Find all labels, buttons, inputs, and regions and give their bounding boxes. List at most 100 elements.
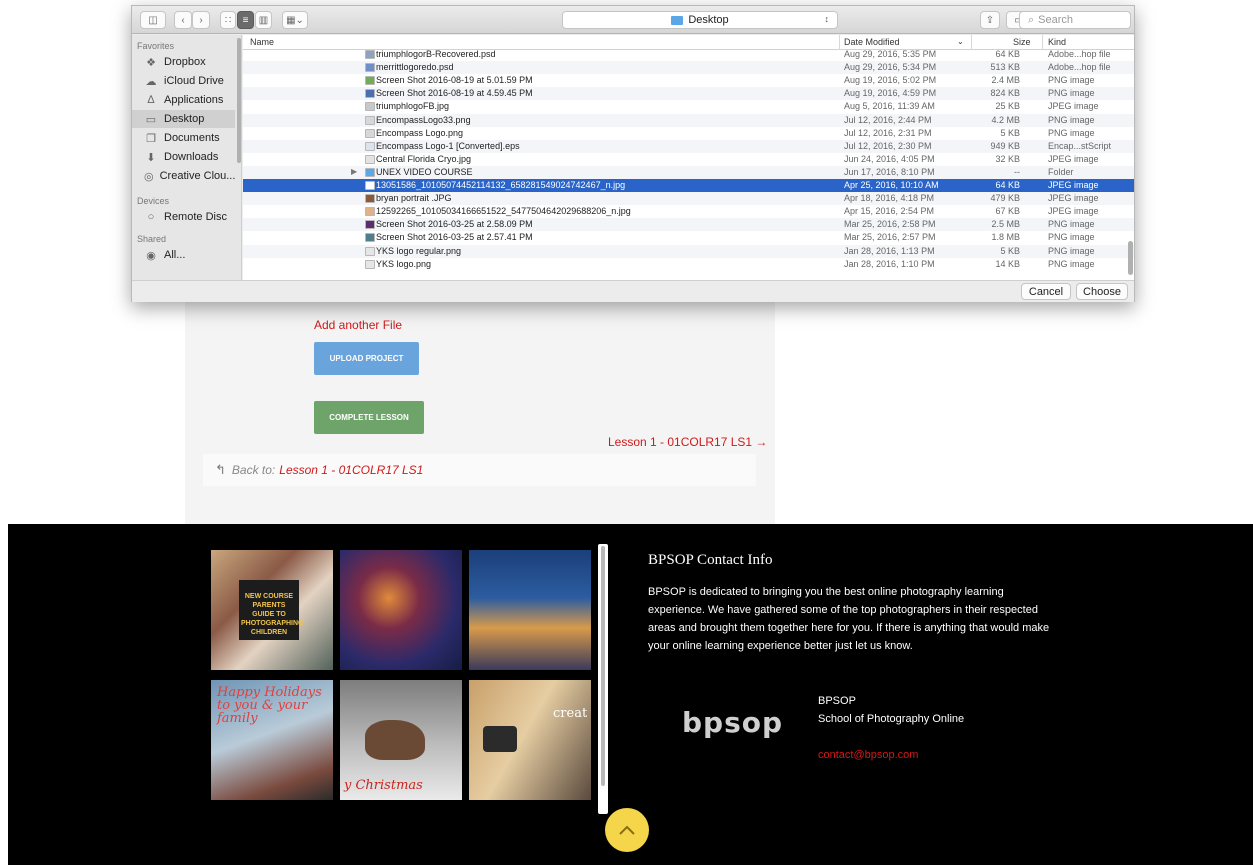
column-kind-header[interactable]: Kind [1048, 37, 1066, 47]
search-input[interactable]: ⌕ Search [1019, 11, 1131, 29]
org-name: BPSOP [818, 695, 856, 707]
column-size-header[interactable]: Size [1013, 37, 1031, 47]
sidebar-item-applications[interactable]: ∆ Applications [132, 91, 235, 109]
screen: { "dialog": { "location": "Desktop", "se… [0, 0, 1253, 865]
file-row[interactable]: EncompassLogo33.png Jul 12, 2016, 2:44 PM… [243, 113, 1134, 127]
gallery-scroll-thumb[interactable] [601, 546, 605, 786]
sidebar-item-documents[interactable]: ❐ Documents [132, 129, 235, 147]
file-row[interactable]: 13051586_10105074452114132_6582815490247… [243, 179, 1134, 192]
sidebar-item-icloud[interactable]: ☁ iCloud Drive [132, 72, 235, 90]
sidebar-item-creative-cloud[interactable]: ◎ Creative Clou... [132, 167, 235, 185]
chevron-up-icon [619, 825, 635, 835]
file-name: Screen Shot 2016-08-19 at 5.01.59 PM [376, 75, 533, 86]
chevron-left-icon: ‹ [181, 14, 185, 26]
next-lesson-link[interactable]: Lesson 1 - 01COLR17 LS1 → [608, 435, 767, 449]
chevron-right-icon: › [199, 14, 203, 26]
sidebar-toggle-button[interactable]: ◫ [140, 11, 166, 29]
file-date: Apr 25, 2016, 10:10 AM [844, 180, 939, 190]
file-date: Aug 29, 2016, 5:34 PM [844, 62, 937, 73]
choose-button[interactable]: Choose [1076, 283, 1128, 300]
file-size: -- [1014, 166, 1020, 177]
sidebar-item-label: Remote Disc [164, 211, 227, 223]
upload-project-button[interactable]: UPLOAD PROJECT [314, 342, 419, 375]
file-date: Aug 19, 2016, 5:02 PM [844, 75, 937, 86]
file-date: Apr 18, 2016, 4:18 PM [844, 193, 935, 204]
file-name: 13051586_10105074452114132_6582815490247… [376, 180, 626, 190]
location-popup[interactable]: Desktop ↕ [562, 11, 838, 29]
file-icon [365, 128, 375, 138]
scroll-to-top-button[interactable] [605, 808, 649, 852]
gallery-thumb[interactable]: Happy Holidays to you & your family [211, 680, 333, 800]
file-row[interactable]: merrittlogoredo.psd Aug 29, 2016, 5:34 PM… [243, 61, 1134, 75]
arrange-menu-button[interactable]: ▦⌄ [282, 11, 308, 29]
file-name: Encompass Logo-1 [Converted].eps [376, 140, 520, 151]
file-row[interactable]: Screen Shot 2016-08-19 at 5.01.59 PM Aug … [243, 74, 1134, 87]
sidebar-item-label: Desktop [164, 113, 205, 125]
sidebar-item-label: Applications [164, 94, 224, 106]
file-row[interactable]: Screen Shot 2016-03-25 at 2.57.41 PM Mar … [243, 231, 1134, 244]
file-size: 479 KB [990, 193, 1020, 204]
file-name: merrittlogoredo.psd [376, 62, 454, 73]
chevron-updown-icon: ↕ [824, 14, 830, 24]
file-row[interactable]: Encompass Logo-1 [Converted].eps Jul 12, … [243, 139, 1134, 153]
creative-cloud-icon: ◎ [144, 170, 154, 183]
column-name-header[interactable]: Name [250, 37, 274, 47]
view-columns-button[interactable]: ▥ [255, 11, 272, 29]
file-row[interactable]: Encompass Logo.png Jul 12, 2016, 2:31 PM 5… [243, 127, 1134, 140]
gallery-thumb[interactable]: NEW COURSE PARENTS GUIDE TO PHOTOGRAPHIN… [211, 550, 333, 670]
folder-icon [671, 15, 684, 25]
sidebar-item-dropbox[interactable]: ❖ Dropbox [132, 53, 235, 71]
disclosure-triangle-icon[interactable]: ▶ [351, 167, 357, 176]
file-row[interactable]: ▶ UNEX VIDEO COURSE Jun 17, 2016, 8:10 PM -… [243, 165, 1134, 179]
column-date-header[interactable]: Date Modified [844, 37, 900, 47]
file-row[interactable]: Screen Shot 2016-08-19 at 4.59.45 PM Aug … [243, 87, 1134, 101]
file-name: triumphlogoFB.jpg [376, 101, 450, 112]
view-list-button[interactable]: ≡ [237, 11, 254, 29]
cancel-button[interactable]: Cancel [1021, 283, 1071, 300]
view-icons-button[interactable]: ∷ [220, 11, 236, 29]
file-date: Jan 28, 2016, 1:10 PM [844, 258, 935, 269]
file-row[interactable]: YKS logo.png Jan 28, 2016, 1:10 PM 14 KB PN… [243, 258, 1134, 271]
gallery-thumb[interactable]: creat [469, 680, 591, 800]
gallery-thumb[interactable]: y Christmas [340, 680, 462, 800]
file-row[interactable]: 12592265_10105034166651522_5477504642029… [243, 205, 1134, 218]
file-row[interactable]: Screen Shot 2016-03-25 at 2.58.09 PM Mar … [243, 218, 1134, 232]
sidebar-scrollbar[interactable] [237, 38, 241, 163]
sidebar-item-remote-disc[interactable]: ○ Remote Disc [132, 208, 235, 226]
gallery-thumb[interactable] [469, 550, 591, 670]
back-to-lesson-link[interactable]: Lesson 1 - 01COLR17 LS1 [279, 463, 423, 477]
file-row[interactable]: bryan portrait .JPG Apr 18, 2016, 4:18 PM… [243, 192, 1134, 206]
file-kind: JPEG image [1048, 193, 1099, 204]
file-kind: PNG image [1048, 75, 1095, 86]
file-kind: PNG image [1048, 127, 1095, 138]
share-button[interactable]: ⇪ [980, 11, 1000, 29]
file-icon [365, 194, 375, 204]
sidebar-item-downloads[interactable]: ⬇ Downloads [132, 148, 235, 166]
add-another-file-link[interactable]: Add another File [314, 318, 402, 332]
sidebar-item-all-shared[interactable]: ◉ All... [132, 246, 235, 264]
file-row[interactable]: Central Florida Cryo.jpg Jun 24, 2016, 4:… [243, 153, 1134, 166]
disc-icon: ○ [147, 211, 155, 223]
file-row[interactable]: triumphlogoFB.jpg Aug 5, 2016, 11:39 AM 25… [243, 100, 1134, 113]
file-icon [365, 63, 375, 73]
back-button[interactable]: ‹ [174, 11, 192, 29]
file-size: 2.4 MB [991, 75, 1020, 86]
sidebar-item-desktop[interactable]: ▭ Desktop [132, 110, 235, 128]
file-date: Jun 17, 2016, 8:10 PM [844, 166, 935, 177]
file-size: 64 KB [995, 49, 1020, 59]
file-row[interactable]: YKS logo regular.png Jan 28, 2016, 1:13 P… [243, 244, 1134, 258]
cloud-icon: ☁ [145, 75, 157, 88]
file-size: 2.5 MB [991, 219, 1020, 230]
file-date: Mar 25, 2016, 2:58 PM [844, 219, 936, 230]
dialog-toolbar: ◫ ‹ › ∷ ≡ ▥ ▦⌄ Desktop ↕ ⇪ ⌕ Search [132, 6, 1134, 34]
gallery-caption: NEW COURSE PARENTS GUIDE TO PHOTOGRAPHIN… [241, 593, 304, 636]
file-icon [365, 246, 375, 256]
file-icon [365, 259, 375, 269]
forward-button[interactable]: › [192, 11, 210, 29]
contact-email-link[interactable]: contact@bpsop.com [818, 749, 918, 761]
file-list-scrollbar[interactable] [1128, 241, 1133, 275]
file-row[interactable]: triumphlogorB-Recovered.psd Aug 29, 2016,… [243, 48, 1134, 61]
complete-lesson-button[interactable]: COMPLETE LESSON [314, 401, 424, 434]
gallery-thumb[interactable] [340, 550, 462, 670]
file-icon [365, 220, 375, 230]
